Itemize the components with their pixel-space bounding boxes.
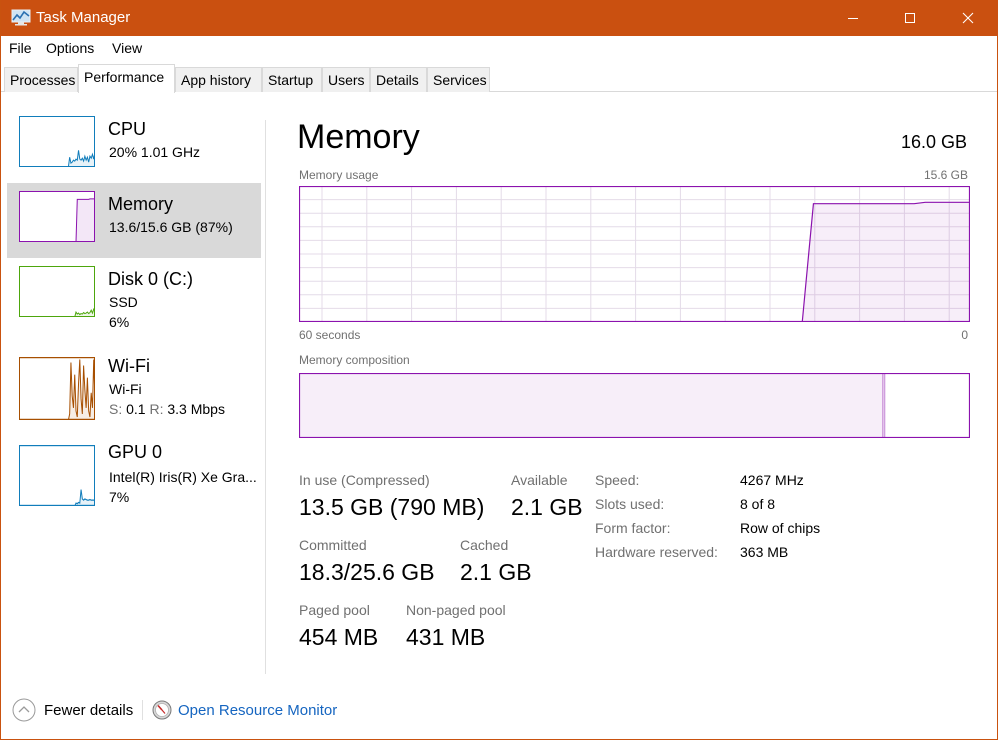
sidebar-item-title: Wi-Fi — [108, 356, 150, 376]
sidebar-item-usage: 6% — [109, 314, 130, 330]
sidebar-item-cpu[interactable]: CPU 20% 1.01 GHz — [7, 108, 261, 183]
resource-monitor-icon — [152, 700, 172, 720]
memory-usage-max: 15.6 GB — [923, 168, 968, 182]
total-memory: 16.0 GB — [900, 132, 967, 152]
non-paged-pool-label: Non-paged pool — [406, 602, 506, 618]
minimize-icon — [848, 18, 858, 19]
hardware-reserved-label: Hardware reserved: — [595, 544, 718, 560]
open-resource-monitor-link[interactable]: Open Resource Monitor — [152, 697, 337, 723]
menu-bar: File Options View — [1, 36, 997, 62]
sidebar-divider — [265, 120, 266, 674]
sidebar-item-detail: Intel(R) Iris(R) Xe Gra... — [109, 469, 257, 485]
sidebar-item-detail: SSD — [109, 294, 138, 310]
tab-processes[interactable]: Processes — [4, 67, 78, 92]
task-manager-app-icon — [11, 9, 31, 26]
thumbnail-area — [76, 198, 95, 242]
sidebar-item-title: Disk 0 (C:) — [108, 269, 193, 289]
gpu-thumbnail-graph — [19, 445, 95, 506]
send-label: S: — [109, 401, 123, 417]
form-factor-label: Form factor: — [595, 520, 671, 536]
maximize-button[interactable] — [887, 0, 933, 36]
close-icon — [962, 12, 974, 24]
form-factor-value: Row of chips — [740, 520, 821, 536]
tab-details[interactable]: Details — [370, 67, 427, 92]
committed-value: 18.3/25.6 GB — [299, 559, 435, 585]
slots-used-value: 8 of 8 — [740, 496, 776, 512]
hardware-reserved-value: 363 MB — [740, 544, 789, 560]
disk-thumbnail-graph — [19, 266, 95, 317]
footer: Fewer details Open Resource Monitor — [1, 690, 997, 730]
window-title: Task Manager — [36, 9, 131, 26]
fewer-details-button[interactable]: Fewer details — [12, 697, 133, 723]
footer-divider — [142, 700, 143, 720]
tab-startup[interactable]: Startup — [262, 67, 322, 92]
usage-area — [802, 202, 970, 322]
tab-users[interactable]: Users — [322, 67, 370, 92]
tab-services[interactable]: Services — [427, 67, 490, 92]
sidebar-item-disk[interactable]: Disk 0 (C:) SSD 6% — [7, 258, 261, 333]
committed-label: Committed — [299, 537, 367, 553]
available-label: Available — [511, 472, 568, 488]
menu-options[interactable]: Options — [46, 40, 94, 56]
task-manager-window: Task Manager File Options View Processes… — [0, 0, 998, 740]
thumbnail-border — [19, 116, 95, 167]
paged-pool-label: Paged pool — [299, 602, 370, 618]
sidebar-item-title: CPU — [108, 119, 147, 139]
cached-label: Cached — [460, 537, 509, 553]
open-resource-monitor-label: Open Resource Monitor — [178, 701, 338, 719]
tab-app-history[interactable]: App history — [175, 67, 262, 92]
speed-label: Speed: — [595, 472, 640, 488]
receive-label: R: — [149, 401, 164, 417]
available-value: 2.1 GB — [511, 494, 583, 520]
sidebar-item-throughput: S: 0.1 R: 3.3 Mbps — [109, 401, 225, 417]
sidebar-item-title: Memory — [108, 194, 174, 214]
tab-performance[interactable]: Performance — [78, 64, 175, 93]
thumbnail-border — [19, 266, 95, 317]
in-use-value: 13.5 GB (790 MB) — [299, 494, 485, 520]
in-use-label: In use (Compressed) — [299, 472, 430, 488]
composition-in-use — [299, 373, 883, 438]
sidebar-item-detail: 20% 1.01 GHz — [109, 144, 201, 160]
cpu-thumbnail-graph — [19, 116, 95, 167]
time-axis-start-label: 60 seconds — [299, 328, 361, 342]
send-value: 0.1 — [126, 401, 146, 417]
performance-sidebar: CPU 20% 1.01 GHz Memory 13.6/15.6 GB (87… — [1, 93, 265, 673]
non-paged-pool-value: 431 MB — [406, 624, 486, 650]
menu-file[interactable]: File — [9, 40, 32, 56]
memory-composition-bar — [299, 373, 970, 438]
sidebar-item-memory[interactable]: Memory 13.6/15.6 GB (87%) — [7, 183, 261, 258]
maximize-icon — [905, 13, 915, 23]
time-axis-end-label: 0 — [961, 328, 968, 342]
wifi-thumbnail-graph — [19, 357, 95, 420]
memory-composition-label: Memory composition — [299, 353, 410, 367]
fewer-details-label: Fewer details — [44, 701, 134, 719]
chevron-up-circle-icon — [12, 698, 36, 722]
paged-pool-value: 454 MB — [299, 624, 379, 650]
menu-view[interactable]: View — [112, 40, 142, 56]
minimize-button[interactable] — [830, 0, 876, 36]
memory-usage-label: Memory usage — [299, 168, 379, 182]
memory-thumbnail-graph — [19, 191, 95, 242]
sidebar-item-wifi[interactable]: Wi-Fi Wi-Fi S: 0.1 R: 3.3 Mbps — [7, 345, 261, 420]
close-button[interactable] — [945, 0, 991, 36]
thumbnail-border — [19, 445, 95, 506]
tab-strip: Processes Performance App history Startu… — [1, 62, 997, 93]
memory-usage-graph — [299, 186, 970, 322]
sidebar-item-title: GPU 0 — [108, 442, 163, 462]
sidebar-item-usage: 7% — [109, 489, 130, 505]
sidebar-item-gpu[interactable]: GPU 0 Intel(R) Iris(R) Xe Gra... 7% — [7, 433, 261, 508]
sidebar-item-detail: Wi-Fi — [109, 381, 142, 397]
slots-used-label: Slots used: — [595, 496, 665, 512]
sidebar-item-detail: 13.6/15.6 GB (87%) — [109, 219, 233, 235]
speed-value: 4267 MHz — [740, 472, 804, 488]
receive-value: 3.3 Mbps — [167, 401, 225, 417]
title-bar: Task Manager — [1, 0, 998, 36]
page-title: Memory — [297, 118, 420, 156]
cached-value: 2.1 GB — [460, 559, 532, 585]
